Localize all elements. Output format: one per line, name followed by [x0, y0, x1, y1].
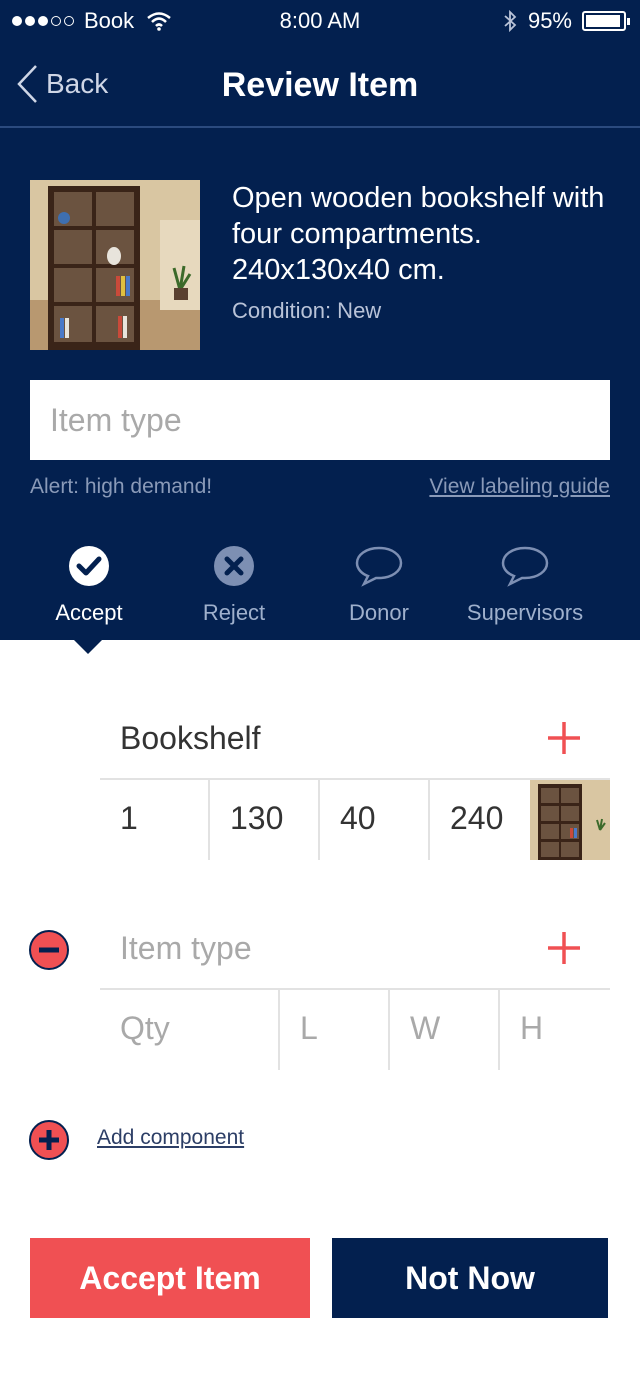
battery-percent: 95% — [527, 8, 572, 33]
length-field[interactable]: 130 — [210, 780, 320, 860]
page-title: Review Item — [221, 66, 419, 104]
tab-supervisors[interactable]: Supervisors — [450, 545, 600, 626]
chat-bubble-icon — [501, 546, 549, 587]
length-field[interactable]: L — [280, 990, 390, 1070]
qty-field[interactable]: Qty — [100, 990, 280, 1070]
active-tab-pointer — [72, 638, 104, 654]
header-panel: Book 8:00 AM 95% Back Review Item Open w… — [0, 0, 640, 640]
qty-field[interactable]: 1 — [100, 780, 210, 860]
tab-reject[interactable]: Reject — [159, 545, 309, 626]
tab-donor-label: Donor — [349, 600, 409, 625]
labeling-guide-link[interactable]: View labeling guide — [429, 475, 610, 499]
plus-icon[interactable] — [546, 720, 582, 756]
item-condition: Condition: New — [232, 298, 382, 323]
component-name[interactable]: Bookshelf — [120, 720, 261, 757]
component-row: Item type — [100, 910, 610, 990]
tab-donor[interactable]: Donor — [304, 545, 454, 626]
demand-alert: Alert: high demand! — [30, 475, 213, 498]
accept-item-button[interactable]: Accept Item — [30, 1238, 310, 1318]
width-field[interactable]: 40 — [320, 780, 430, 860]
item-type-input[interactable] — [30, 380, 610, 460]
item-description: Open wooden bookshelf with four compartm… — [232, 182, 605, 286]
component-row: Bookshelf — [100, 700, 610, 780]
tab-reject-label: Reject — [202, 600, 266, 625]
component-thumbnail[interactable] — [530, 780, 610, 860]
check-circle-icon — [69, 546, 109, 586]
width-field[interactable]: W — [390, 990, 500, 1070]
x-circle-icon — [214, 546, 254, 586]
add-component-icon[interactable] — [28, 1119, 70, 1161]
add-component-link[interactable]: Add component — [97, 1126, 244, 1150]
status-bar: Book 8:00 AM 95% — [0, 0, 640, 44]
height-field[interactable]: H — [500, 990, 610, 1070]
status-right: 95% — [502, 8, 630, 34]
bluetooth-icon — [504, 9, 517, 33]
chat-bubble-icon — [355, 546, 403, 587]
not-now-button[interactable]: Not Now — [332, 1238, 608, 1318]
tab-accept[interactable]: Accept — [14, 545, 164, 626]
item-photo[interactable] — [30, 180, 200, 350]
component-name-placeholder[interactable]: Item type — [120, 930, 252, 967]
remove-component-icon[interactable] — [28, 929, 70, 971]
plus-icon[interactable] — [546, 930, 582, 966]
battery-icon — [582, 11, 630, 31]
tab-accept-label: Accept — [55, 600, 123, 625]
component-dimensions: Qty L W H — [100, 990, 610, 1070]
height-field[interactable]: 240 — [430, 780, 530, 860]
tab-supervisors-label: Supervisors — [466, 600, 584, 625]
component-dimensions: 1 130 40 240 — [100, 780, 610, 860]
navigation-bar: Back Review Item — [0, 44, 640, 128]
